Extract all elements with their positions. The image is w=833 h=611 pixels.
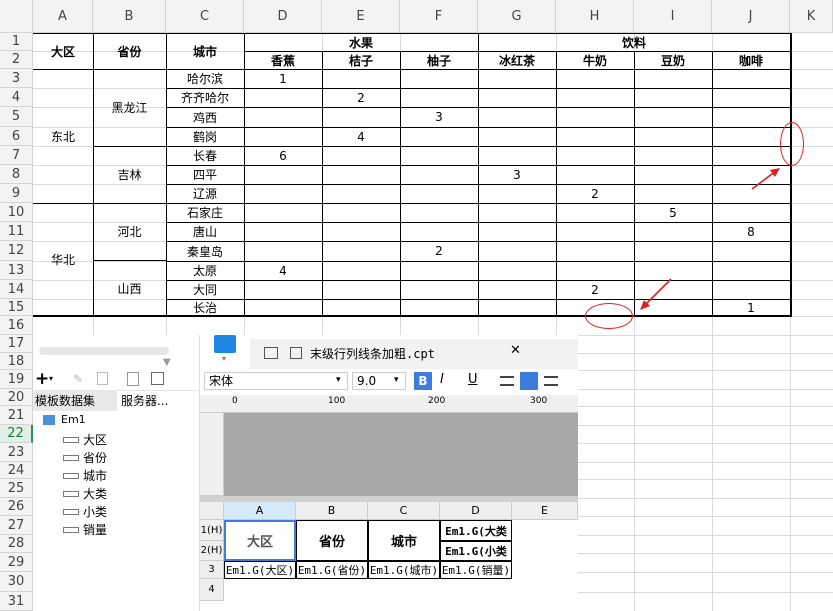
row-header-20[interactable]: 20 <box>0 389 33 406</box>
tree-field[interactable]: 城市 <box>83 467 107 485</box>
chevron-down-icon[interactable]: ▾ <box>222 354 226 363</box>
row-header-28[interactable]: 28 <box>0 535 33 553</box>
ed-col-a[interactable]: A <box>224 502 296 520</box>
tab-title[interactable]: 末级行列线条加粗.cpt <box>310 345 435 362</box>
ed-cell-province-field[interactable]: Em1.G(省份) <box>296 561 368 579</box>
row-header-19[interactable]: 19 <box>0 370 33 389</box>
canvas-area <box>224 413 578 496</box>
designer-logo-icon <box>214 335 236 353</box>
tree-field[interactable]: 大类 <box>83 485 107 503</box>
bold-button[interactable]: B <box>414 372 432 390</box>
add-icon[interactable]: + <box>35 369 49 389</box>
ed-col-e[interactable]: E <box>512 502 578 520</box>
ruler-mark: 300 <box>530 396 548 406</box>
panel-scrollbar[interactable] <box>39 347 169 355</box>
field-icon <box>63 455 79 461</box>
ed-cell-city-field[interactable]: Em1.G(城市) <box>368 561 440 579</box>
dataset-panel: ▼ + ▾ ✎ 模板数据集 服务器... Em1 大区 省份 城市 大类 小类 销量 <box>33 335 200 611</box>
row-header-27[interactable]: 27 <box>0 516 33 535</box>
ed-cell-subcategory[interactable]: Em1.G(小类 <box>440 541 512 561</box>
row-header-24[interactable]: 24 <box>0 462 33 479</box>
row-header-21[interactable]: 21 <box>0 406 33 425</box>
font-family-select[interactable]: 宋体 <box>204 372 348 390</box>
ruler-mark: 200 <box>428 396 446 406</box>
tree-field[interactable]: 小类 <box>83 503 107 521</box>
ed-cell-province-header[interactable]: 省份 <box>296 520 368 561</box>
tree-field[interactable]: 销量 <box>83 521 107 539</box>
field-icon <box>63 473 79 479</box>
field-icon <box>63 527 79 533</box>
ed-cell-category[interactable]: Em1.G(大类 <box>440 520 512 541</box>
ed-row-3[interactable]: 3 <box>200 561 224 579</box>
row-header-30[interactable]: 30 <box>0 572 33 592</box>
align-right-icon[interactable] <box>544 376 558 386</box>
tree-root-em1[interactable]: Em1 <box>61 411 86 429</box>
row-header-31[interactable]: 31 <box>0 592 33 611</box>
grid-corner[interactable] <box>200 502 224 520</box>
underline-button[interactable]: U <box>468 372 478 387</box>
ed-row-4[interactable]: 4 <box>200 579 224 601</box>
row-header-26[interactable]: 26 <box>0 498 33 516</box>
database-icon <box>43 415 55 425</box>
preview-icon[interactable] <box>127 372 139 386</box>
ed-col-c[interactable]: C <box>368 502 440 520</box>
field-icon <box>63 491 79 497</box>
ed-cell-city-header[interactable]: 城市 <box>368 520 440 561</box>
dropdown-icon[interactable]: ▾ <box>49 374 53 383</box>
ruler-mark: 0 <box>232 396 238 406</box>
chevron-down-icon[interactable]: ▾ <box>336 375 341 385</box>
ed-cell-region-header[interactable]: 大区 <box>224 520 296 561</box>
row-header-25[interactable]: 25 <box>0 479 33 498</box>
vertical-ruler <box>200 413 224 496</box>
tree-field[interactable]: 省份 <box>83 449 107 467</box>
horizontal-ruler <box>200 395 578 413</box>
settings-icon[interactable] <box>151 372 164 385</box>
panel-toolbar: + ▾ ✎ <box>33 369 200 391</box>
ed-cell-region-field[interactable]: Em1.G(大区) <box>224 561 296 579</box>
field-icon <box>63 509 79 515</box>
tree-field[interactable]: 大区 <box>83 431 107 449</box>
row-header-23[interactable]: 23 <box>0 443 33 462</box>
report-file-icon <box>290 347 302 359</box>
row-header-17[interactable]: 17 <box>0 335 33 353</box>
chevron-down-icon[interactable]: ▾ <box>394 375 399 385</box>
chevron-down-icon[interactable]: ▼ <box>163 357 171 368</box>
italic-button[interactable]: I <box>440 372 444 387</box>
field-icon <box>63 437 79 443</box>
annotation-arrows <box>640 168 780 310</box>
grid-icon[interactable] <box>264 347 278 359</box>
row-header-18[interactable]: 18 <box>0 353 33 370</box>
ed-cell-sales-field[interactable]: Em1.G(销量) <box>440 561 512 579</box>
edit-icon[interactable]: ✎ <box>73 372 83 386</box>
close-icon[interactable]: ✕ <box>510 343 521 358</box>
ruler-mark: 100 <box>328 396 346 406</box>
tab-datasets[interactable]: 模板数据集 <box>33 391 117 411</box>
delete-icon[interactable] <box>97 372 108 385</box>
ed-row-2[interactable]: 2(H) <box>200 541 224 561</box>
align-center-icon[interactable] <box>520 372 538 390</box>
ed-col-d[interactable]: D <box>440 502 512 520</box>
row-header-22[interactable]: 22 <box>0 425 33 443</box>
align-left-icon[interactable] <box>500 376 514 386</box>
row-header-29[interactable]: 29 <box>0 553 33 572</box>
ed-row-1[interactable]: 1(H) <box>200 520 224 541</box>
tab-server[interactable]: 服务器... <box>117 391 200 411</box>
ed-col-b[interactable]: B <box>296 502 368 520</box>
